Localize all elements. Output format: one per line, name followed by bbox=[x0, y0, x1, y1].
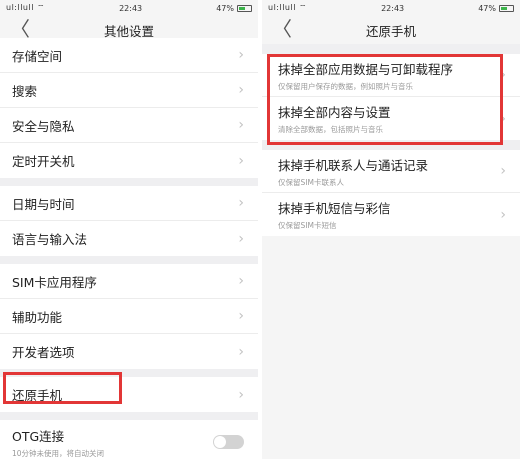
settings-item-date-time[interactable]: 日期与时间 › bbox=[0, 186, 258, 221]
chevron-right-icon: › bbox=[500, 206, 506, 223]
settings-item-developer-options[interactable]: 开发者选项 › bbox=[0, 334, 258, 369]
settings-item-search[interactable]: 搜索 › bbox=[0, 73, 258, 108]
settings-list[interactable]: 存储空间 › 搜索 › 安全与隐私 › 定时开关机 › 日期与时间 › 语言与输入法 › S… bbox=[0, 38, 258, 459]
title-bar: 〈 其他设置 bbox=[0, 16, 258, 44]
status-time: 22:43 bbox=[381, 3, 405, 13]
otg-description: 10分钟未使用，将自动关闭 bbox=[12, 448, 105, 458]
settings-item-accessibility[interactable]: 辅助功能 › bbox=[0, 299, 258, 334]
chevron-right-icon: › bbox=[238, 117, 244, 133]
reset-item-erase-messages[interactable]: 抹掉手机短信与彩信 仅保留SIM卡短信 › bbox=[262, 193, 520, 236]
chevron-right-icon: › bbox=[238, 343, 244, 360]
battery-icon bbox=[236, 4, 252, 12]
status-time: 22:43 bbox=[119, 3, 143, 13]
reset-item-erase-app-data[interactable]: 抹掉全部应用数据与可卸载程序 仅保留用户保存的数据，例如照片与音乐 › bbox=[262, 54, 520, 97]
battery-icon bbox=[498, 4, 514, 12]
settings-group-2: 日期与时间 › 语言与输入法 › bbox=[0, 186, 258, 256]
chevron-right-icon: › bbox=[500, 110, 506, 127]
reset-phone-screen: ul:llull ⌔ 22:43 47% 〈 还原手机 抹掉全部应用数据与可卸载… bbox=[262, 0, 520, 459]
chevron-right-icon: › bbox=[238, 47, 244, 63]
settings-item-reset-phone[interactable]: 还原手机 › bbox=[0, 377, 258, 412]
chevron-right-icon: › bbox=[500, 67, 506, 83]
settings-item-otg[interactable]: OTG连接 10分钟未使用，将自动关闭 bbox=[0, 420, 258, 459]
back-icon[interactable]: 〈 bbox=[272, 18, 292, 40]
group-divider bbox=[0, 369, 258, 377]
settings-item-scheduled-power[interactable]: 定时开关机 › bbox=[0, 143, 258, 178]
settings-group-1: 存储空间 › 搜索 › 安全与隐私 › 定时开关机 › bbox=[0, 38, 258, 178]
battery-level: 47% bbox=[216, 3, 234, 13]
status-bar: ul:llull ⌔ 22:43 47% bbox=[0, 0, 258, 16]
group-divider bbox=[0, 256, 258, 264]
chevron-right-icon: › bbox=[500, 163, 506, 179]
settings-item-sim-apps[interactable]: SIM卡应用程序 › bbox=[0, 264, 258, 299]
group-divider bbox=[262, 140, 520, 150]
settings-group-4: 还原手机 › bbox=[0, 377, 258, 412]
toggle-knob bbox=[214, 436, 226, 448]
page-title: 还原手机 bbox=[365, 23, 416, 39]
reset-group-1: 抹掉全部应用数据与可卸载程序 仅保留用户保存的数据，例如照片与音乐 › 抹掉全部… bbox=[262, 54, 520, 140]
group-divider bbox=[0, 178, 258, 186]
back-icon[interactable]: 〈 bbox=[10, 18, 30, 40]
chevron-right-icon: › bbox=[238, 386, 244, 403]
signal-icon: ul:llull ⌔ bbox=[6, 3, 46, 12]
reset-item-erase-contacts[interactable]: 抹掉手机联系人与通话记录 仅保留SIM卡联系人 › bbox=[262, 150, 520, 193]
battery-fill bbox=[238, 6, 246, 10]
title-bar: 〈 还原手机 bbox=[262, 16, 520, 44]
chevron-right-icon: › bbox=[238, 195, 244, 211]
battery-fill bbox=[500, 6, 508, 10]
chevron-right-icon: › bbox=[238, 230, 244, 247]
reset-group-2: 抹掉手机联系人与通话记录 仅保留SIM卡联系人 › 抹掉手机短信与彩信 仅保留S… bbox=[262, 150, 520, 236]
signal-icon: ul:llull ⌔ bbox=[268, 3, 308, 12]
otg-toggle[interactable] bbox=[213, 435, 244, 449]
group-divider bbox=[0, 412, 258, 420]
settings-item-language-input[interactable]: 语言与输入法 › bbox=[0, 221, 258, 256]
settings-group-3: SIM卡应用程序 › 辅助功能 › 开发者选项 › bbox=[0, 264, 258, 369]
other-settings-screen: ul:llull ⌔ 22:43 47% 〈 其他设置 存储空间 › 搜索 › 安全… bbox=[0, 0, 258, 459]
chevron-right-icon: › bbox=[238, 308, 244, 324]
chevron-right-icon: › bbox=[238, 273, 244, 289]
page-title: 其他设置 bbox=[103, 23, 154, 39]
chevron-right-icon: › bbox=[238, 82, 244, 98]
reset-item-erase-all-content[interactable]: 抹掉全部内容与设置 清除全部数据，包括照片与音乐 › bbox=[262, 97, 520, 140]
chevron-right-icon: › bbox=[238, 152, 244, 169]
otg-label: OTG连接 bbox=[12, 428, 65, 444]
group-divider bbox=[262, 44, 520, 54]
settings-item-security-privacy[interactable]: 安全与隐私 › bbox=[0, 108, 258, 143]
battery-level: 47% bbox=[478, 3, 496, 13]
status-bar: ul:llull ⌔ 22:43 47% bbox=[262, 0, 520, 16]
